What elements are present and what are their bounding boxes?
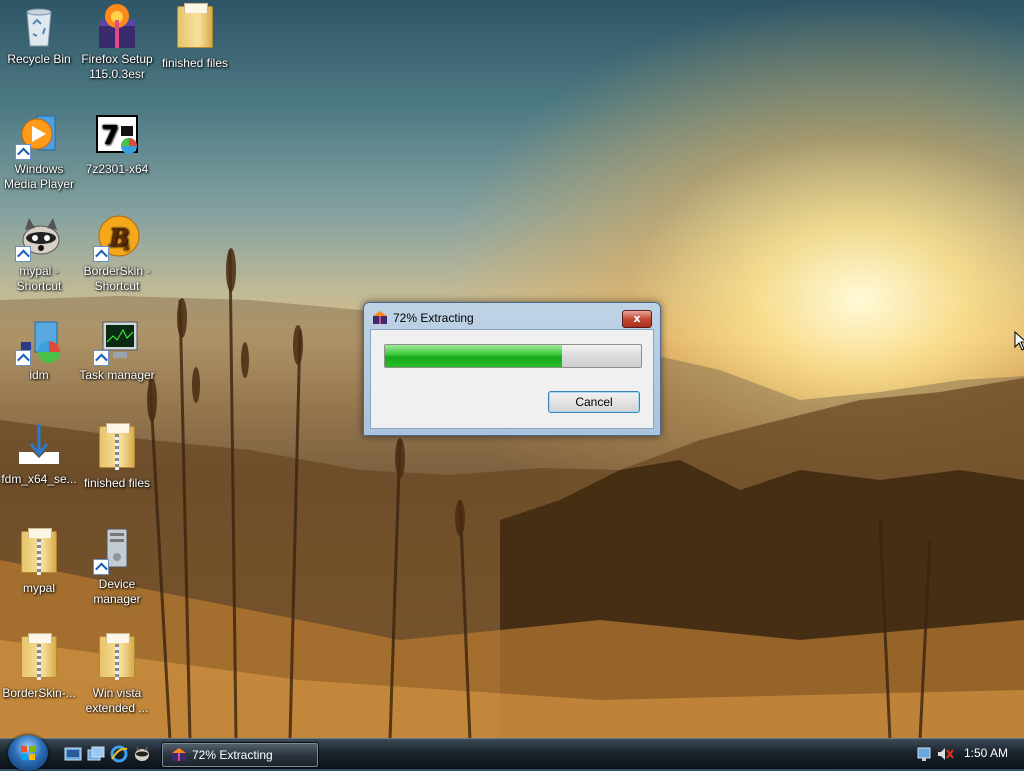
shortcut-arrow-icon [15,350,31,366]
desktop-icon-label: Win vista extended ... [85,686,149,715]
svg-text:7: 7 [101,121,119,151]
close-button[interactable]: x [622,310,652,328]
desktop-icon-firefox-setup[interactable]: Firefox Setup 115.0.3esr [78,2,156,82]
desktop-icon-label: fdm_x64_se... [1,472,77,486]
desktop-icon-recycle-bin[interactable]: Recycle Bin [0,2,78,67]
desktop-icon-label: finished files [83,476,151,490]
taskbar-item-label: 72% Extracting [192,748,273,762]
zip-folder-icon [93,633,141,684]
device-manager-icon [93,527,141,575]
media-player-icon [15,112,63,160]
desktop-icon-mypal-zip[interactable]: mypal [0,527,78,596]
desktop-icon-label: finished files [161,56,229,70]
desktop-icon-label: BorderSkin - Shortcut [83,264,151,293]
desktop-icon-label: mypal [22,581,55,595]
internet-explorer-icon[interactable] [110,745,128,763]
windows-logo-icon [21,746,35,760]
shortcut-arrow-icon [15,246,31,262]
firefox-installer-icon [93,2,141,50]
desktop-icon-borderskin-shortcut[interactable]: Bs BorderSkin - Shortcut [78,214,156,294]
desktop-icon-label: 7z2301-x64 [85,162,149,176]
desktop-icon-label: Firefox Setup 115.0.3esr [81,52,153,81]
desktop-icon-label: Device manager [93,577,141,606]
zip-folder-icon [15,528,63,579]
close-icon: x [633,312,641,325]
show-desktop-icon[interactable] [64,745,82,763]
taskbar-clock[interactable]: 1:50 AM [964,746,1008,760]
desktop-icon-label: idm [29,368,49,382]
borderskin-icon: Bs [93,214,141,262]
desktop-icon-mypal-shortcut[interactable]: mypal - Shortcut [0,214,78,294]
zip-folder-icon [15,633,63,684]
cancel-button[interactable]: Cancel [548,391,640,413]
start-button[interactable] [8,735,48,771]
desktop-icon-finished-files[interactable]: finished files [156,2,234,71]
desktop-icon-task-manager[interactable]: Task manager [78,318,156,383]
dialog-body: Cancel [370,329,654,429]
7zip-installer-icon: 7 [93,112,141,160]
desktop-icon-label: Task manager [79,368,155,382]
desktop-icon-label: mypal - Shortcut [16,264,62,293]
archive-app-icon [172,748,186,761]
desktop-icon-7zip[interactable]: 7 7z2301-x64 [78,112,156,177]
desktop-icon-windows-media-player[interactable]: Windows Media Player [0,112,78,192]
shortcut-arrow-icon [15,144,31,160]
zip-folder-icon [93,423,141,474]
switch-windows-icon[interactable] [87,745,105,763]
taskbar: 72% Extracting 1:50 AM [0,735,1024,771]
shortcut-arrow-icon [93,559,109,575]
extract-progress-bar [384,344,642,368]
folder-icon [171,3,219,54]
idm-icon [15,318,63,366]
dialog-title: 72% Extracting [393,311,474,325]
taskbar-item-extracting[interactable]: 72% Extracting [161,742,319,768]
desktop-icon-label: Recycle Bin [7,52,71,66]
volume-muted-icon [938,748,954,760]
shortcut-arrow-icon [93,350,109,366]
raccoon-icon[interactable] [133,745,151,763]
desktop-icon-idm[interactable]: idm [0,318,78,383]
shortcut-arrow-icon [93,246,109,262]
desktop-icon-label: Windows Media Player [3,162,75,191]
desktop-icon-borderskin-zip[interactable]: BorderSkin-... [0,632,78,701]
dialog-titlebar[interactable]: 72% Extracting x [364,303,660,329]
svg-text:s: s [123,239,129,253]
network-icon [917,747,931,761]
desktop-icon-win-vista-extended[interactable]: Win vista extended ... [78,632,156,716]
raccoon-icon [15,214,63,262]
progress-fill [385,345,562,367]
task-manager-icon [93,318,141,366]
extract-progress-dialog: 72% Extracting x Cancel [363,302,661,436]
mouse-cursor-icon [1014,331,1024,351]
desktop-icon-device-manager[interactable]: Device manager [78,527,156,607]
desktop-icon-finished-files-zip[interactable]: finished files [78,422,156,491]
recycle-bin-icon [15,2,63,50]
desktop-icon-label: BorderSkin-... [2,686,76,700]
download-icon [15,422,63,470]
archive-app-icon [373,311,387,324]
desktop-icon-fdm-setup[interactable]: fdm_x64_se... [0,422,78,487]
